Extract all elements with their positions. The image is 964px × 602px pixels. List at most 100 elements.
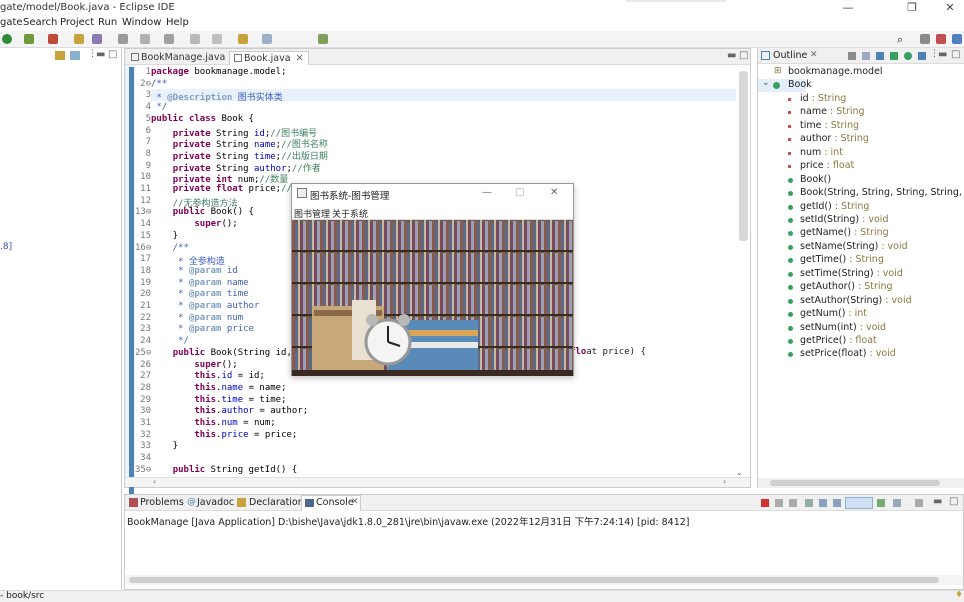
private-field-icon xyxy=(788,165,791,169)
menu-item-window[interactable]: Window xyxy=(122,17,161,28)
hide-local-types-icon[interactable] xyxy=(918,52,926,60)
scroll-down-icon[interactable]: ⌄ xyxy=(736,468,743,477)
console-launch-info: BookManage [Java Application] D:\bishe\J… xyxy=(127,517,690,528)
popup-maximize-icon[interactable]: □ xyxy=(515,187,524,198)
maximize-view-icon[interactable]: □ xyxy=(108,49,117,60)
pin-console-icon[interactable] xyxy=(845,497,873,509)
expand-chevron-icon[interactable]: ⌄ xyxy=(762,78,770,88)
search-icon[interactable]: ⌕ xyxy=(897,33,903,47)
nav-history-icon[interactable] xyxy=(262,34,272,44)
tab-bookmanage-java[interactable]: BookManage.java xyxy=(127,51,229,65)
clear-console-icon[interactable] xyxy=(805,499,813,507)
debug-icon[interactable] xyxy=(24,34,34,44)
editor-tab-row: BookManage.java Book.java ✕ ▬ □ xyxy=(125,49,750,65)
restore-icon[interactable]: ❐ xyxy=(902,1,922,14)
new-package-icon[interactable] xyxy=(74,34,84,44)
close-console-icon[interactable]: ✕ xyxy=(351,497,359,507)
search-toolbar-icon[interactable] xyxy=(140,34,150,44)
outline-item-name: setNum(int) : void xyxy=(800,321,887,333)
minimize-outline-icon[interactable]: ▬ xyxy=(938,49,947,60)
tab-javadoc[interactable]: Javadoc xyxy=(197,497,234,508)
word-wrap-icon[interactable] xyxy=(833,499,841,507)
terminate-icon[interactable] xyxy=(761,499,769,507)
outline-item-name: getTime() : String xyxy=(800,254,884,266)
outline-scroll-thumb[interactable] xyxy=(770,480,940,486)
popup-minimize-icon[interactable]: — xyxy=(482,187,492,198)
console-horizontal-scrollbar[interactable] xyxy=(125,575,963,585)
tree-fragment[interactable]: .8] xyxy=(0,242,12,252)
hide-fields-icon[interactable] xyxy=(876,52,884,60)
maximize-console-icon[interactable]: □ xyxy=(949,496,958,507)
open-type-icon[interactable] xyxy=(118,34,128,44)
maximize-editor-icon[interactable]: □ xyxy=(739,50,748,61)
external-tools-icon[interactable] xyxy=(48,34,58,44)
outline-item-name: author : String xyxy=(800,133,869,145)
menu-item-navigate[interactable]: gate xyxy=(0,17,23,28)
popup-close-icon[interactable]: ✕ xyxy=(550,187,558,198)
collapse-outline-icon[interactable] xyxy=(848,52,856,60)
display-console-icon[interactable] xyxy=(877,499,885,507)
open-console-icon[interactable] xyxy=(893,499,901,507)
minimize-console-icon[interactable]: ▬ xyxy=(933,496,942,507)
run-icon[interactable] xyxy=(2,34,12,44)
new-class-icon[interactable] xyxy=(92,34,102,44)
outline-horizontal-scrollbar[interactable] xyxy=(758,478,964,488)
link-editor-icon[interactable] xyxy=(70,51,80,60)
editor-vertical-scrollbar[interactable] xyxy=(739,71,748,241)
sort-icon[interactable] xyxy=(862,52,870,60)
close-outline-icon[interactable]: ✕ xyxy=(810,50,818,60)
public-method-icon xyxy=(788,204,793,210)
maximize-outline-icon[interactable]: □ xyxy=(951,49,960,60)
hide-static-icon[interactable] xyxy=(890,52,898,60)
tab-problems[interactable]: Problems xyxy=(140,497,184,508)
menu-about-system[interactable]: 关于系统 xyxy=(332,207,368,220)
menu-item-project[interactable]: Project xyxy=(60,17,94,28)
terminal-icon[interactable] xyxy=(318,34,328,44)
next-annotation-icon[interactable] xyxy=(190,34,200,44)
menu-item-help[interactable]: Help xyxy=(166,17,189,28)
tab-book-java[interactable]: Book.java ✕ xyxy=(229,51,309,65)
outline-item-name: Book xyxy=(788,79,812,91)
menu-item-search[interactable]: Search xyxy=(23,17,57,28)
tab-console-active[interactable]: Console ✕ xyxy=(301,495,361,511)
scroll-left-icon[interactable]: ‹ xyxy=(153,477,156,486)
collapse-all-icon[interactable] xyxy=(55,51,65,60)
scroll-lock-icon[interactable] xyxy=(819,499,827,507)
tab-declaration[interactable]: Declaration xyxy=(249,497,304,508)
menu-book-management[interactable]: 图书管理 xyxy=(294,207,330,220)
remove-launch-icon[interactable] xyxy=(775,499,783,507)
status-bar: - book/src ♦ xyxy=(0,590,964,602)
line-number: 27 xyxy=(140,371,151,382)
outline-item-name: setName(String) : void xyxy=(800,240,908,252)
scroll-right-icon[interactable]: › xyxy=(723,477,726,486)
line-number: 7 xyxy=(145,137,151,148)
line-number: 12 xyxy=(140,195,151,206)
minimize-view-icon[interactable]: ▬ xyxy=(96,49,105,60)
outline-class[interactable]: ⌄ Book xyxy=(758,78,812,93)
tip-icon[interactable]: ♦ xyxy=(955,590,963,600)
new-console-icon[interactable] xyxy=(915,499,923,507)
console-scroll-thumb[interactable] xyxy=(129,577,939,583)
annotation-icon[interactable] xyxy=(164,34,174,44)
popup-title-bar[interactable]: 图书系统-图书管理 — □ ✕ xyxy=(292,184,573,204)
outline-item-type: : void xyxy=(873,267,903,279)
debug-perspective-icon[interactable] xyxy=(952,34,962,44)
public-method-icon xyxy=(788,258,793,264)
remove-all-icon[interactable] xyxy=(789,499,797,507)
close-window-icon[interactable]: ✕ xyxy=(940,1,960,14)
line-number: 29 xyxy=(140,394,151,405)
code-line: /** xyxy=(151,242,189,253)
java-perspective-icon[interactable] xyxy=(936,34,946,44)
outline-title[interactable]: Outline xyxy=(773,50,807,61)
minimize-icon[interactable]: — xyxy=(838,1,858,14)
back-icon[interactable] xyxy=(212,34,222,44)
minimize-editor-icon[interactable]: ▬ xyxy=(727,50,736,61)
close-tab-icon[interactable]: ✕ xyxy=(296,53,304,64)
outline-item-name: setPrice(float) : void xyxy=(800,348,896,360)
menu-item-run[interactable]: Run xyxy=(98,17,117,28)
code-line: this.name = name; xyxy=(194,382,287,393)
perspective-icon[interactable] xyxy=(920,34,930,44)
editor-horizontal-scrollbar[interactable]: ‹ › xyxy=(125,477,750,487)
forward-icon[interactable] xyxy=(238,34,248,44)
hide-nonpublic-icon[interactable] xyxy=(904,52,912,60)
